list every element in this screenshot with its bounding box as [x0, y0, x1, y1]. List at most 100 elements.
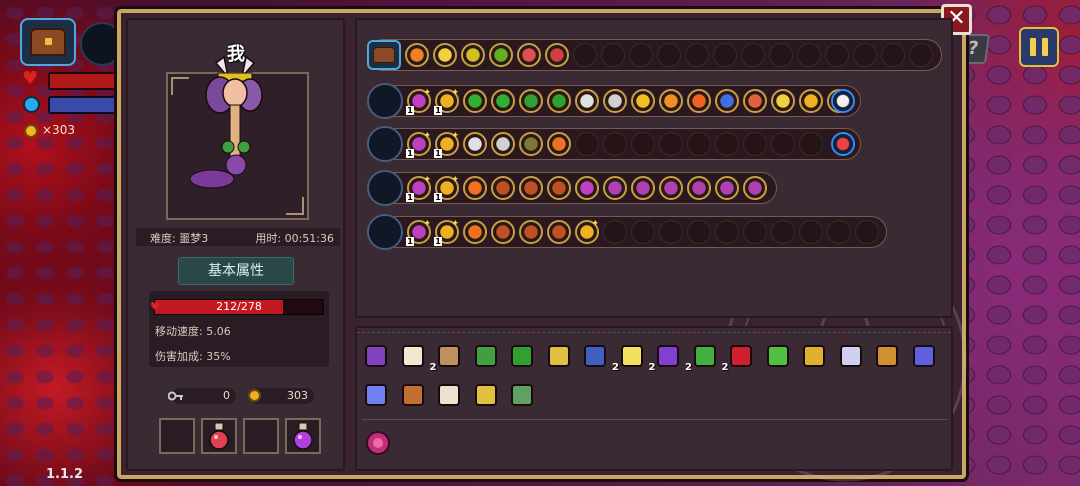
empty-upgrade-slot	[799, 220, 823, 244]
empty-upgrade-slot	[659, 132, 683, 156]
potion-item[interactable]	[910, 342, 938, 370]
chest-slot[interactable]	[367, 40, 401, 70]
gem-item[interactable]	[545, 342, 573, 370]
upgrade-icon[interactable]	[659, 89, 683, 113]
armor-item[interactable]: 2	[581, 342, 619, 373]
hourglass-item[interactable]	[873, 342, 901, 370]
upgrade-level: 1	[434, 149, 442, 158]
upgrade-icon[interactable]	[631, 89, 655, 113]
pink-orb-item[interactable]	[366, 431, 390, 455]
upgrade-icon[interactable]	[545, 43, 569, 67]
compass-item[interactable]	[837, 342, 865, 370]
leaf-item[interactable]: 2	[691, 342, 729, 373]
special-upgrade-icon[interactable]	[831, 132, 855, 156]
hud-chest-button[interactable]	[20, 18, 76, 66]
character-avatar	[190, 55, 263, 189]
upgrade-icon[interactable]	[715, 176, 739, 200]
feather-item[interactable]	[435, 381, 463, 409]
upgrade-icon[interactable]	[461, 43, 485, 67]
potion-slot[interactable]	[285, 418, 321, 454]
horn-item[interactable]: 2	[618, 342, 656, 373]
upgrade-icon[interactable]	[519, 89, 543, 113]
sparkle-icon: ✦	[451, 88, 459, 98]
upgrade-icon[interactable]	[491, 89, 515, 113]
potion-slot[interactable]	[159, 418, 195, 454]
upgrade-icon[interactable]	[491, 176, 515, 200]
glove-item[interactable]	[508, 342, 536, 370]
compass-icon	[839, 345, 862, 367]
upgrade-icon[interactable]	[799, 89, 823, 113]
upgrade-icon[interactable]	[489, 43, 513, 67]
upgrade-icon[interactable]	[687, 176, 711, 200]
upgrade-icon[interactable]: 1 ✦	[406, 131, 431, 158]
upgrade-icon[interactable]: 1 ✦	[434, 131, 459, 158]
hair-icon	[365, 345, 387, 367]
upgrade-icon[interactable]	[463, 220, 487, 244]
upgrade-icon[interactable]	[433, 43, 457, 67]
run-info-row: 难度: 噩梦3 用时: 00:51:36	[136, 228, 340, 246]
upgrade-icon[interactable]	[547, 132, 571, 156]
pause-icon-bar	[1042, 38, 1048, 56]
crystal-item[interactable]	[362, 381, 390, 409]
upgrade-icon[interactable]	[463, 89, 487, 113]
upgrade-icon[interactable]	[715, 89, 739, 113]
rose-item[interactable]	[727, 342, 755, 370]
upgrade-icon[interactable]	[659, 176, 683, 200]
upgrade-icon[interactable]	[491, 132, 515, 156]
chain-item[interactable]	[472, 381, 500, 409]
upgrade-icon[interactable]	[687, 89, 711, 113]
upgrade-icon[interactable]	[463, 132, 487, 156]
upgrade-icon[interactable]	[771, 89, 795, 113]
sprout-item[interactable]	[764, 342, 792, 370]
upgrade-icon[interactable]: 1 ✦	[406, 88, 431, 115]
upgrade-icon[interactable]: 1 ✦	[434, 175, 459, 202]
pause-button[interactable]	[1019, 27, 1059, 67]
boot-item[interactable]	[472, 342, 500, 370]
upgrade-icon[interactable]	[547, 220, 571, 244]
empty-upgrade-slot	[853, 43, 877, 67]
empty-upgrade-slot	[715, 132, 739, 156]
upgrade-icon[interactable]	[743, 89, 767, 113]
upgrade-icon[interactable]	[547, 89, 571, 113]
potion-slot[interactable]	[243, 418, 279, 454]
upgrade-icon[interactable]	[743, 176, 767, 200]
upgrade-icon[interactable]	[463, 176, 487, 200]
upgrade-icon[interactable]	[575, 89, 599, 113]
upgrade-icon[interactable]: 1 ✦	[406, 219, 431, 246]
upgrade-icon[interactable]	[519, 132, 543, 156]
upgrade-icon[interactable]: 1 ✦	[406, 175, 431, 202]
upgrade-icon[interactable]	[519, 176, 543, 200]
sprout-icon	[766, 345, 789, 367]
upgrade-icon[interactable]: 1 ✦	[434, 219, 459, 246]
upgrade-icon[interactable]	[519, 220, 543, 244]
upgrade-icon[interactable]	[491, 220, 515, 244]
upgrade-icon[interactable]: 1 ✦	[434, 88, 459, 115]
barrel-item[interactable]	[399, 381, 427, 409]
empty-upgrade-slot	[715, 220, 739, 244]
upgrade-icon[interactable]: ✦	[575, 219, 599, 244]
fangs-item[interactable]: 2	[399, 342, 437, 373]
upgrade-icon[interactable]	[575, 176, 599, 200]
sparkle-icon: ✦	[451, 175, 459, 185]
weapon-icon[interactable]	[367, 214, 403, 250]
coin-count: 303	[287, 389, 308, 402]
upgrade-level: 1	[434, 237, 442, 246]
chalice-item[interactable]	[800, 342, 828, 370]
weapon-icon[interactable]	[367, 83, 403, 119]
shoe-item[interactable]	[508, 381, 536, 409]
hair-item[interactable]	[362, 342, 390, 370]
weapon-icon[interactable]	[367, 126, 403, 162]
upgrade-icon[interactable]	[405, 43, 429, 67]
weapon-icon[interactable]	[367, 170, 403, 206]
potion-slot[interactable]	[201, 418, 237, 454]
scroll-item[interactable]	[435, 342, 463, 370]
witch-hat-item[interactable]: 2	[654, 342, 692, 373]
upgrade-icon[interactable]	[603, 176, 627, 200]
special-upgrade-icon[interactable]	[831, 89, 855, 113]
horn-icon	[620, 345, 643, 367]
upgrade-icon[interactable]	[547, 176, 571, 200]
upgrade-icon[interactable]	[603, 89, 627, 113]
basic-attributes-tab[interactable]: 基本属性	[178, 257, 294, 285]
upgrade-icon[interactable]	[631, 176, 655, 200]
upgrade-icon[interactable]	[517, 43, 541, 67]
